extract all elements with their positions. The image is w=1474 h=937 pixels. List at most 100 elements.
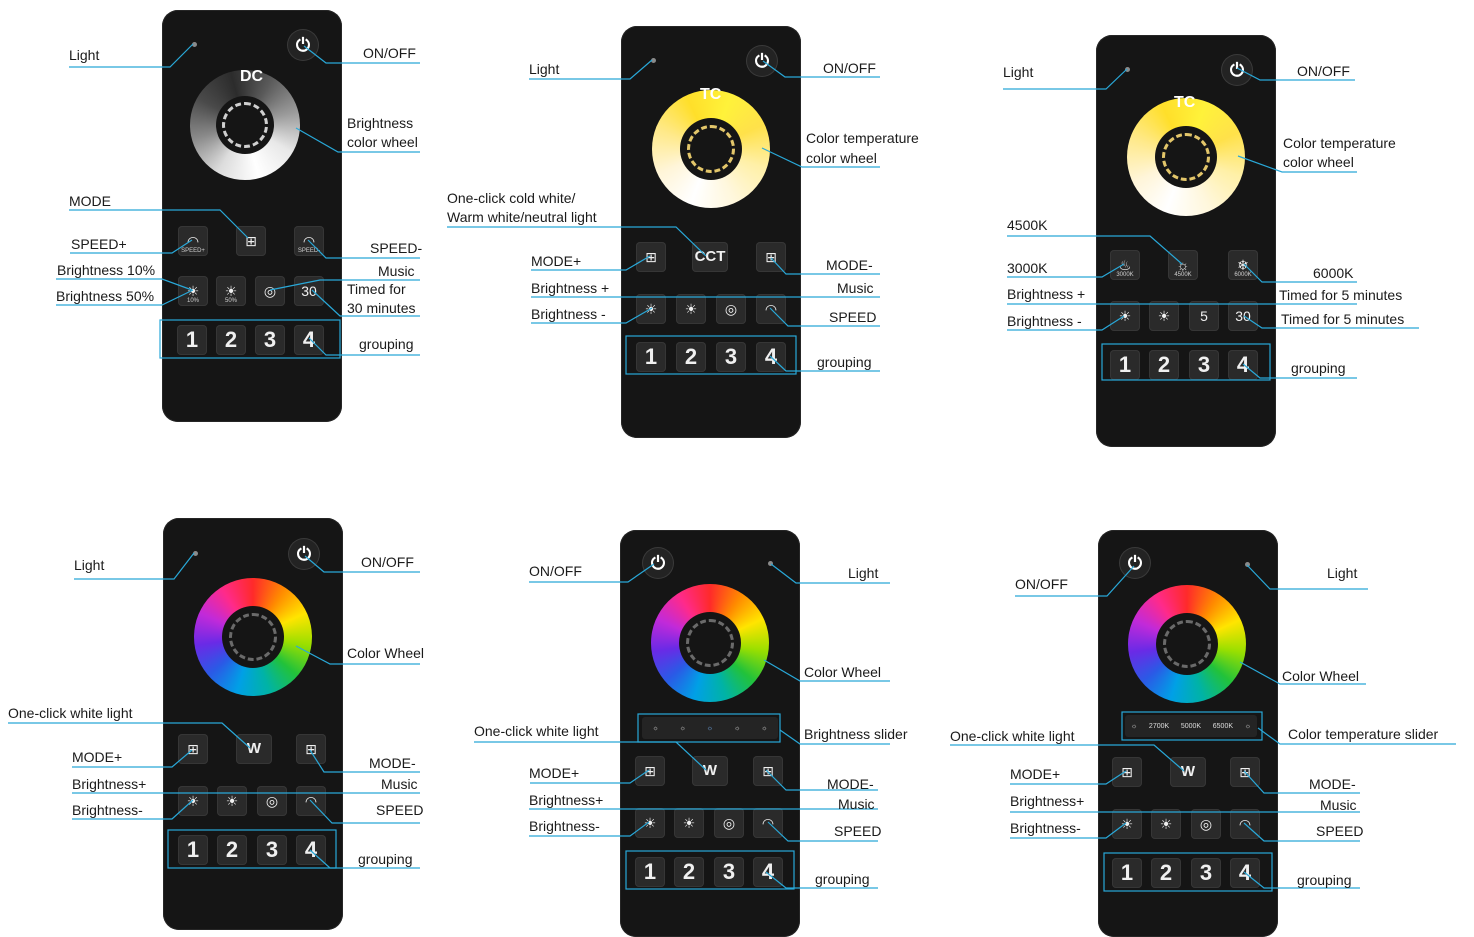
power-button[interactable]: ⏻ bbox=[643, 548, 673, 578]
group-3-button[interactable]: 3 bbox=[714, 857, 744, 887]
brightness-50-button[interactable]: ☀ 50% bbox=[216, 276, 246, 306]
mode-plus-button[interactable]: ⊞ bbox=[1112, 757, 1142, 787]
music-button[interactable]: ◎ bbox=[716, 294, 746, 324]
color-temperature-wheel[interactable] bbox=[1127, 98, 1245, 216]
color-wheel[interactable] bbox=[194, 578, 312, 696]
brightness-minus-button[interactable]: ☀ bbox=[676, 294, 706, 324]
group-3-button[interactable]: 3 bbox=[1189, 350, 1219, 380]
sun-icon: ☼ bbox=[652, 724, 659, 732]
cct-4500k-button[interactable]: ☼ 4500K bbox=[1168, 250, 1198, 280]
group-3-button[interactable]: 3 bbox=[257, 835, 287, 865]
brightness-plus-button[interactable]: ☀ bbox=[1110, 301, 1140, 331]
sun-icon: ☼ bbox=[1244, 722, 1252, 730]
group-2-button[interactable]: 2 bbox=[1151, 858, 1181, 888]
mode-plus-button[interactable]: ⊞ bbox=[178, 734, 208, 764]
speed-minus-button[interactable]: ◠ SPEED- bbox=[294, 226, 324, 256]
indicator-light bbox=[193, 551, 198, 556]
mode-minus-button[interactable]: ⊞ bbox=[296, 734, 326, 764]
brightness-plus-button[interactable]: ☀ bbox=[1112, 809, 1142, 839]
speed-button[interactable]: ◠ bbox=[756, 294, 786, 324]
power-button[interactable]: ⏻ bbox=[288, 30, 318, 60]
label-mode-minus: MODE- bbox=[369, 755, 416, 771]
group-2-button[interactable]: 2 bbox=[1149, 350, 1179, 380]
power-icon: ⏻ bbox=[295, 35, 311, 55]
group-1-button[interactable]: 1 bbox=[178, 835, 208, 865]
brightness-plus-button[interactable]: ☀ bbox=[178, 786, 208, 816]
label-music: Music bbox=[837, 280, 874, 296]
sun-icon: ☀ bbox=[684, 301, 698, 317]
mode-minus-button[interactable]: ⊞ bbox=[1230, 757, 1260, 787]
timer-icon: 30 bbox=[1235, 308, 1251, 324]
mode-button[interactable]: ⊞ bbox=[236, 226, 266, 256]
color-wheel[interactable] bbox=[651, 584, 769, 702]
brightness-minus-button[interactable]: ☀ bbox=[1149, 301, 1179, 331]
group-2-button[interactable]: 2 bbox=[674, 857, 704, 887]
speed-plus-button[interactable]: ◠ SPEED+ bbox=[178, 226, 208, 256]
group-4-button[interactable]: 4 bbox=[294, 325, 324, 355]
label-one-click-white: One-click white light bbox=[8, 705, 133, 721]
label-mode-plus: MODE+ bbox=[72, 749, 123, 765]
label-one-click-white: One-click white light bbox=[474, 723, 599, 739]
group-2-button[interactable]: 2 bbox=[217, 835, 247, 865]
music-button[interactable]: ◎ bbox=[1191, 809, 1221, 839]
group-3-button[interactable]: 3 bbox=[1191, 858, 1221, 888]
color-temperature-wheel[interactable] bbox=[652, 90, 770, 208]
group-2-button[interactable]: 2 bbox=[216, 325, 246, 355]
group-1-button[interactable]: 1 bbox=[177, 325, 207, 355]
brightness-10-button[interactable]: ☀ 10% bbox=[178, 276, 208, 306]
cct-6000k-button[interactable]: ❄ 6000K bbox=[1228, 250, 1258, 280]
music-button[interactable]: ◎ bbox=[714, 808, 744, 838]
brightness-plus-button[interactable]: ☀ bbox=[635, 808, 665, 838]
power-button[interactable]: ⏻ bbox=[1222, 55, 1252, 85]
sun-icon: ☀ bbox=[224, 283, 238, 299]
white-button[interactable]: W bbox=[692, 756, 728, 786]
white-button[interactable]: W bbox=[236, 734, 272, 764]
group-1-button[interactable]: 1 bbox=[1112, 858, 1142, 888]
white-button[interactable]: W bbox=[1170, 757, 1206, 787]
label-brightness-plus: Brightness+ bbox=[1010, 793, 1085, 809]
brightness-minus-button[interactable]: ☀ bbox=[674, 808, 704, 838]
power-button[interactable]: ⏻ bbox=[747, 46, 777, 76]
group-1-button[interactable]: 1 bbox=[636, 342, 666, 372]
mode-plus-button[interactable]: ⊞ bbox=[635, 756, 665, 786]
timer-30-button[interactable]: 30 bbox=[294, 276, 324, 306]
brightness-minus-button[interactable]: ☀ bbox=[1151, 809, 1181, 839]
timer-30-button[interactable]: 30 bbox=[1228, 301, 1258, 331]
speed-button[interactable]: ◠ bbox=[296, 786, 326, 816]
group-4-button[interactable]: 4 bbox=[753, 857, 783, 887]
label-speed: SPEED bbox=[376, 802, 424, 818]
music-button[interactable]: ◎ bbox=[255, 276, 285, 306]
label-brightness-color-wheel-2: color wheel bbox=[347, 134, 418, 150]
speed-gauge-icon: ◠ bbox=[761, 815, 775, 831]
timer-5-button[interactable]: 5 bbox=[1189, 301, 1219, 331]
group-1-button[interactable]: 1 bbox=[1110, 350, 1140, 380]
mode-minus-button[interactable]: ⊞ bbox=[753, 756, 783, 786]
color-temperature-slider[interactable]: ☼ 2700K 5000K 6500K ☼ bbox=[1125, 715, 1257, 737]
cct-3000k-button[interactable]: ♨ 3000K bbox=[1110, 250, 1140, 280]
mode-plus-button[interactable]: ⊞ bbox=[636, 242, 666, 272]
group-2-button[interactable]: 2 bbox=[676, 342, 706, 372]
group-1-button[interactable]: 1 bbox=[635, 857, 665, 887]
group-4-button[interactable]: 4 bbox=[1228, 350, 1258, 380]
brightness-wheel[interactable] bbox=[190, 70, 300, 180]
group-4-button[interactable]: 4 bbox=[296, 835, 326, 865]
group-4-button[interactable]: 4 bbox=[1230, 858, 1260, 888]
speed-button[interactable]: ◠ bbox=[753, 808, 783, 838]
brightness-plus-button[interactable]: ☀ bbox=[636, 294, 666, 324]
brightness-minus-button[interactable]: ☀ bbox=[217, 786, 247, 816]
group-4-button[interactable]: 4 bbox=[756, 342, 786, 372]
color-wheel[interactable] bbox=[1128, 585, 1246, 703]
power-button[interactable]: ⏻ bbox=[1120, 548, 1150, 578]
music-button[interactable]: ◎ bbox=[257, 786, 287, 816]
group-3-button[interactable]: 3 bbox=[255, 325, 285, 355]
label-brightness-minus: Brightness- bbox=[529, 818, 600, 834]
speed-button[interactable]: ◠ bbox=[1230, 809, 1260, 839]
label-color-temp-wheel-2: color wheel bbox=[1283, 154, 1354, 170]
brightness-slider[interactable]: ☼ ☼ ☼ ☼ ☼ bbox=[642, 717, 778, 739]
group-3-button[interactable]: 3 bbox=[716, 342, 746, 372]
mode-minus-button[interactable]: ⊞ bbox=[756, 242, 786, 272]
cct-button[interactable]: CCT bbox=[692, 242, 728, 272]
mode-grid-icon: ⊞ bbox=[187, 741, 199, 757]
label-mode-minus: MODE- bbox=[1309, 776, 1356, 792]
power-button[interactable]: ⏻ bbox=[289, 539, 319, 569]
